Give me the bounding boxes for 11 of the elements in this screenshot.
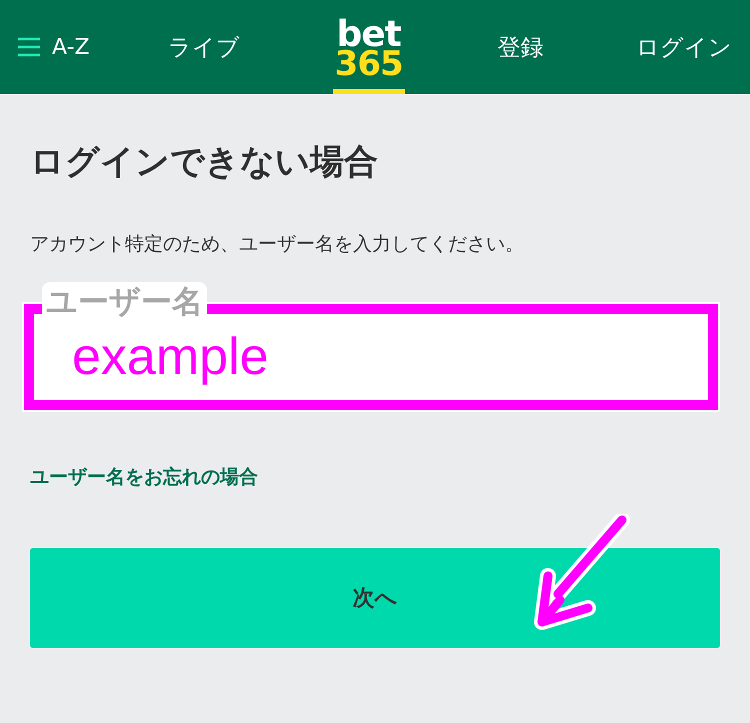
nav-link[interactable]: 登録 — [497, 0, 544, 94]
nav-link[interactable]: ログイン — [636, 0, 732, 94]
page-title: ログインできない場合 — [30, 141, 379, 184]
forgot-username-link[interactable]: ユーザー名をお忘れの場合 — [30, 464, 258, 490]
next-button[interactable]: 次へ — [30, 548, 720, 648]
menu-icon — [18, 37, 40, 57]
instruction-text: アカウント特定のため、ユーザー名を入力してください。 — [30, 232, 525, 257]
username-input[interactable]: example — [72, 327, 272, 387]
nav-link[interactable]: ライブ — [168, 0, 240, 94]
menu-button[interactable]: A-Z — [18, 0, 168, 94]
logo-link[interactable]: bet 365 — [332, 0, 405, 94]
